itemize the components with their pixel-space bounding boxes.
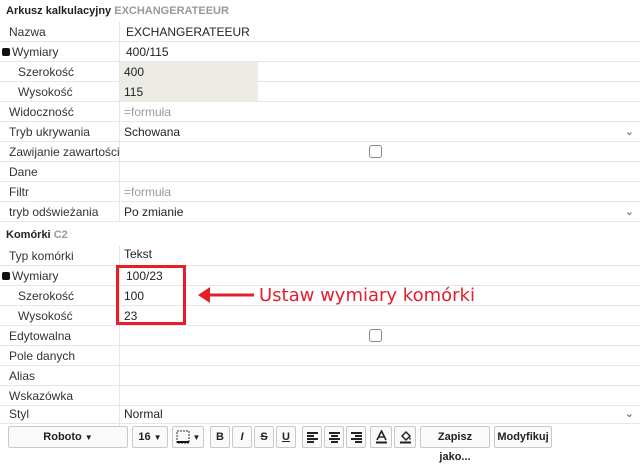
property-row-dimensions: Wymiary 400/115	[0, 42, 640, 62]
align-right-icon	[350, 431, 362, 443]
sheet-name: EXCHANGERATEEUR	[114, 5, 229, 17]
sheet-properties-grid: Nazwa EXCHANGERATEEUR Wymiary 400/115 Sz…	[0, 22, 640, 222]
property-row-hide-mode: Tryb ukrywania Schowana ⌄	[0, 122, 640, 142]
fill-color-icon	[399, 431, 411, 444]
sheet-section-header: Arkusz kalkulacyjny EXCHANGERATEEUR	[0, 0, 640, 22]
hint-field[interactable]	[120, 386, 640, 406]
italic-button[interactable]: I	[232, 426, 252, 448]
sheet-title: Arkusz kalkulacyjny	[6, 5, 112, 17]
property-label[interactable]: Wymiary	[0, 266, 120, 286]
fill-color-button[interactable]	[394, 426, 416, 448]
hide-mode-select[interactable]: Schowana ⌄	[120, 122, 640, 142]
filter-formula-field[interactable]: =formuła	[120, 182, 640, 202]
property-label: Edytowalna	[0, 326, 120, 346]
height-field[interactable]: 115	[120, 82, 258, 102]
property-row-height: Wysokość 115	[0, 82, 640, 102]
bullet-square-icon	[2, 271, 10, 280]
save-as-button[interactable]: Zapisz jako...	[420, 426, 490, 463]
property-row-editable: Edytowalna	[0, 326, 640, 346]
cells-section-header: Komórki C2	[0, 224, 640, 246]
annotation-text: Ustaw wymiary komórki	[259, 285, 475, 306]
property-label: Styl	[0, 406, 120, 426]
align-center-button[interactable]	[324, 426, 344, 448]
cells-title: Komórki	[6, 229, 51, 241]
style-select[interactable]: Normal ⌄	[120, 406, 640, 426]
property-label: Pole danych	[0, 346, 120, 366]
cells-ref: C2	[53, 229, 68, 241]
property-label: Wskazówka	[0, 386, 120, 406]
property-label: Alias	[0, 366, 120, 386]
align-center-icon	[328, 431, 340, 443]
font-size-select[interactable]: 16 ▼	[132, 426, 168, 448]
strikethrough-button[interactable]: S	[254, 426, 274, 448]
bold-button[interactable]: B	[210, 426, 230, 448]
align-right-button[interactable]	[346, 426, 366, 448]
property-label: Tryb ukrywania	[0, 122, 120, 142]
property-row-refresh-mode: tryb odświeżania Po zmianie ⌄	[0, 202, 640, 222]
bullet-square-icon	[2, 47, 10, 56]
align-left-icon	[306, 431, 318, 443]
align-left-button[interactable]	[302, 426, 322, 448]
property-label: Wysokość	[0, 82, 120, 102]
property-row-hint: Wskazówka	[0, 386, 640, 406]
editable-value	[120, 326, 640, 346]
modify-button[interactable]: Modyfikuj	[494, 426, 552, 448]
visibility-formula-field[interactable]: =formuła	[120, 102, 640, 122]
chevron-down-icon: ⌄	[624, 408, 634, 420]
property-label: Nazwa	[0, 22, 120, 42]
dimensions-field[interactable]: 400/115	[120, 42, 640, 62]
property-row-data: Dane	[0, 162, 640, 182]
property-label: Typ komórki	[0, 246, 120, 266]
name-field[interactable]: EXCHANGERATEEUR	[120, 22, 640, 42]
arrow-left-icon	[198, 287, 254, 303]
property-label: Wysokość	[0, 306, 120, 326]
underline-button[interactable]: U	[276, 426, 296, 448]
refresh-mode-select[interactable]: Po zmianie ⌄	[120, 202, 640, 222]
width-field[interactable]: 400	[120, 62, 258, 82]
data-field[interactable]	[120, 162, 640, 182]
data-field-input[interactable]	[120, 346, 640, 366]
property-label: Dane	[0, 162, 120, 182]
property-label: Zawijanie zawartości	[0, 142, 120, 162]
alias-field[interactable]	[120, 366, 640, 386]
cell-height-field[interactable]: 23	[120, 306, 640, 326]
property-row-filter: Filtr =formuła	[0, 182, 640, 202]
property-label: tryb odświeżania	[0, 202, 120, 222]
property-label[interactable]: Wymiary	[0, 42, 120, 62]
chevron-down-icon: ⌄	[624, 206, 634, 218]
border-button[interactable]: ▼	[172, 426, 204, 448]
border-icon	[176, 430, 190, 444]
property-row-width: Szerokość 400	[0, 62, 640, 82]
property-row-cell-height: Wysokość 23	[0, 306, 640, 326]
wrap-checkbox[interactable]	[369, 145, 382, 158]
format-toolbar: Roboto ▼ 16 ▼ ▼ B I S U Zapisz jako... Mod…	[0, 426, 640, 463]
property-label: Szerokość	[0, 286, 120, 306]
wrap-value	[120, 142, 640, 162]
font-select[interactable]: Roboto ▼	[8, 426, 128, 448]
font-color-icon	[375, 429, 387, 444]
property-row-cell-type: Typ komórki Tekst	[0, 246, 640, 266]
font-color-button[interactable]	[370, 426, 392, 448]
property-row-alias: Alias	[0, 366, 640, 386]
highlight-box	[116, 265, 186, 325]
property-row-data-field: Pole danych	[0, 346, 640, 366]
chevron-down-icon: ⌄	[624, 126, 634, 138]
property-row-cell-dimensions: Wymiary 100/23	[0, 266, 640, 286]
property-row-wrap: Zawijanie zawartości	[0, 142, 640, 162]
property-row-style: Styl Normal ⌄	[0, 406, 640, 426]
cell-type-field[interactable]: Tekst	[120, 246, 640, 266]
property-label: Szerokość	[0, 62, 120, 82]
property-row-visibility: Widoczność =formuła	[0, 102, 640, 122]
property-row-name: Nazwa EXCHANGERATEEUR	[0, 22, 640, 42]
property-label: Widoczność	[0, 102, 120, 122]
property-label: Filtr	[0, 182, 120, 202]
cell-properties-grid: Typ komórki Tekst Wymiary 100/23 Szeroko…	[0, 246, 640, 426]
editable-checkbox[interactable]	[369, 329, 382, 342]
